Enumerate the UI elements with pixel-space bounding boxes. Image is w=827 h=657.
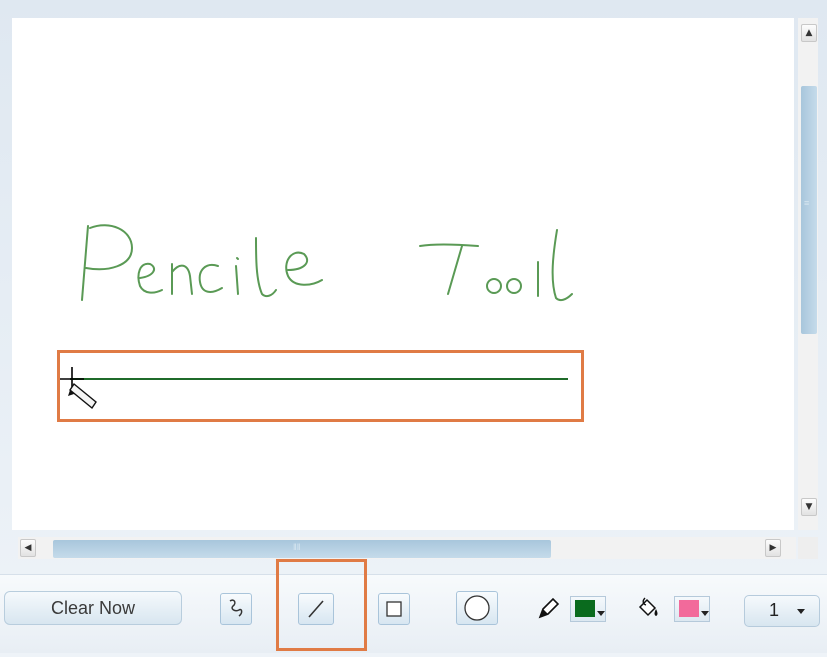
stroke-l3: [551, 229, 573, 302]
stroke-i-dot: [236, 257, 239, 260]
line-width-select[interactable]: 1: [744, 595, 820, 627]
paint-bucket-icon: [638, 597, 658, 617]
line-icon: [308, 600, 324, 618]
drawing-toolbar: Clear Now 1: [0, 574, 827, 653]
drawing-app-window: ▲ ≡ ▼ ◀ ‖‖ ▶ Clear Now 1: [0, 0, 827, 657]
stroke-e2: [285, 251, 323, 286]
stroke-p-bowl: [85, 224, 133, 271]
stroke-l: [255, 237, 277, 298]
pencil-cursor-icon: [68, 382, 97, 410]
pencil-tool-button[interactable]: [220, 593, 252, 625]
vertical-scroll-thumb[interactable]: ≡: [801, 86, 817, 334]
stroke-o2: [506, 278, 522, 294]
stroke-c: [198, 264, 223, 293]
stroke-t-bar: [419, 243, 479, 247]
scroll-left-arrow-icon[interactable]: ◀: [20, 539, 36, 557]
fill-color-picker[interactable]: [674, 591, 718, 625]
horizontal-scrollbar[interactable]: ◀ ‖‖ ▶: [18, 537, 796, 559]
ellipse-tool-button[interactable]: [456, 591, 498, 625]
stroke-i: [235, 265, 239, 295]
fill-color-box: [674, 596, 710, 622]
grip-icon: ‖‖: [293, 542, 301, 552]
canvas-drawing: [60, 224, 573, 410]
rectangle-tool-button[interactable]: [378, 593, 410, 625]
stroke-o1: [486, 278, 502, 294]
clear-now-button[interactable]: Clear Now: [4, 591, 182, 625]
grip-icon: ≡: [804, 198, 810, 208]
scroll-up-arrow-icon[interactable]: ▲: [801, 24, 817, 42]
chevron-down-icon: [797, 609, 805, 614]
rectangle-icon: [386, 601, 402, 617]
stroke-t-stem: [447, 245, 463, 295]
scroll-down-arrow-icon[interactable]: ▼: [801, 498, 817, 516]
drawing-canvas[interactable]: [12, 18, 794, 530]
handwritten-text-pencile-tool: [81, 224, 573, 302]
chevron-down-icon: [597, 611, 605, 616]
stroke-color-picker[interactable]: [570, 591, 614, 625]
scroll-right-arrow-icon[interactable]: ▶: [765, 539, 781, 557]
fill-color-swatch: [679, 600, 699, 617]
pencil-icon: [538, 597, 560, 619]
line-width-value: 1: [769, 600, 780, 620]
line-tool-button[interactable]: [298, 593, 334, 625]
stroke-p-stem: [81, 225, 89, 301]
circle-icon: [464, 595, 490, 621]
stroke-color-box: [570, 596, 606, 622]
vertical-scrollbar[interactable]: ▲ ≡ ▼: [798, 18, 818, 530]
chevron-down-icon: [701, 611, 709, 616]
scrollbar-corner: [798, 537, 818, 559]
stroke-n: [171, 263, 193, 295]
horizontal-scroll-thumb[interactable]: ‖‖: [53, 540, 551, 558]
stroke-e: [137, 262, 163, 294]
stroke-color-swatch: [575, 600, 595, 617]
squiggle-icon: [229, 599, 243, 617]
